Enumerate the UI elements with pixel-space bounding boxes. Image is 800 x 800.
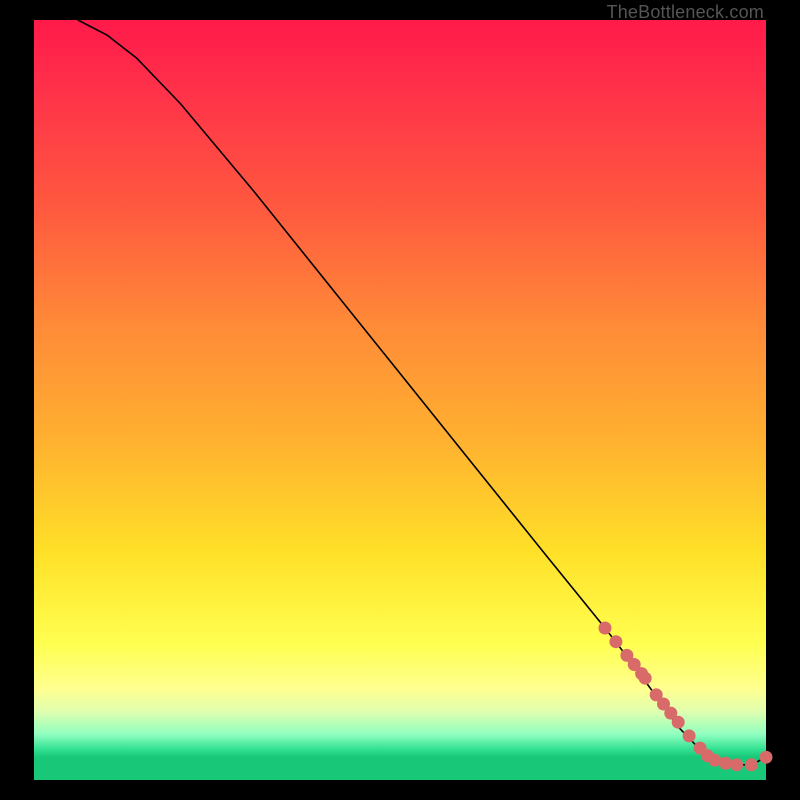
chart-dot <box>609 635 622 648</box>
chart-dot <box>745 758 758 771</box>
chart-dot <box>708 754 721 767</box>
chart-dot <box>639 672 652 685</box>
chart-highlight-dots <box>599 622 773 772</box>
chart-dot <box>672 716 685 729</box>
chart-dot <box>719 757 732 770</box>
chart-dot <box>730 758 743 771</box>
chart-curve <box>78 20 766 765</box>
chart-dot <box>599 622 612 635</box>
chart-plot-area <box>34 20 766 780</box>
chart-dot <box>683 729 696 742</box>
chart-dot <box>760 751 773 764</box>
chart-svg <box>34 20 766 780</box>
